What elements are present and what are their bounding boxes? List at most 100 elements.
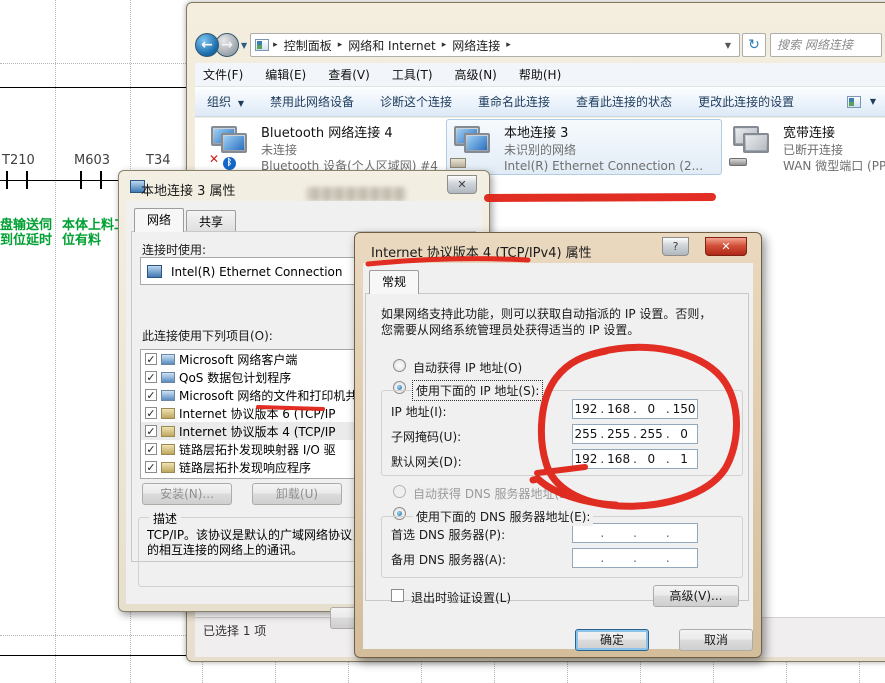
diagnose-connection-button[interactable]: 诊断这个连接 (380, 93, 452, 110)
tab-general[interactable]: 常规 (369, 270, 419, 294)
subnet-mask-input[interactable]: 255. 255. 255. 0 (572, 424, 698, 444)
adapter-icon (147, 265, 162, 278)
install-button[interactable]: 安装(N)... (142, 483, 232, 505)
search-input[interactable] (771, 34, 881, 56)
radio-auto-ip[interactable] (393, 359, 406, 372)
protocol-icon (161, 408, 175, 419)
protocol-icon (161, 426, 175, 437)
close-button[interactable]: ✕ (447, 175, 477, 194)
tab-sharing[interactable]: 共享 (186, 210, 236, 232)
ok-button[interactable]: 确定 (575, 629, 649, 651)
folder-icon (255, 39, 269, 51)
service-icon (161, 390, 175, 401)
items-label: 此连接使用下列项目(O): (142, 327, 273, 344)
connection-device: Intel(R) Ethernet Connection (2... (504, 158, 703, 174)
view-status-button[interactable]: 查看此连接的状态 (576, 93, 672, 110)
disable-device-button[interactable]: 禁用此网络设备 (270, 93, 354, 110)
help-icon: ? (673, 240, 679, 253)
menu-file[interactable]: 文件(F) (203, 66, 243, 83)
contact-label: T34 (146, 153, 170, 168)
checkbox-checked[interactable]: ✓ (145, 389, 157, 401)
organize-button[interactable]: 组织 ▼ (207, 93, 244, 110)
client-icon (161, 354, 175, 365)
crumb-separator-icon: ▸ (504, 40, 513, 50)
rj45-connector-icon (450, 158, 466, 168)
ethernet-adapter-icon (452, 124, 494, 168)
tab-network[interactable]: 网络 (134, 208, 184, 232)
crumb-separator-icon: ▸ (336, 40, 345, 50)
menu-advanced[interactable]: 高级(N) (455, 66, 497, 83)
search-box[interactable] (770, 33, 882, 57)
adapter-name: Intel(R) Ethernet Connection (171, 265, 343, 279)
connection-status: 未连接 (261, 142, 438, 158)
ipv4-properties-dialog: Internet 协议版本 4 (TCP/IPv4) 属性 ? ✕ 常规 如果网… (354, 232, 762, 658)
connection-status: 已断开连接 (783, 142, 885, 158)
checkbox-checked[interactable]: ✓ (145, 371, 157, 383)
radio-use-ip-label[interactable]: 使用下面的 IP 地址(S): (413, 381, 542, 400)
radio-auto-dns (393, 485, 406, 498)
alternate-dns-label: 备用 DNS 服务器(A): (391, 551, 506, 568)
connection-broadband[interactable]: 宽带连接 已断开连接 WAN 微型端口 (PPP (731, 124, 885, 174)
connection-name: 宽带连接 (783, 126, 885, 142)
command-bar: 组织 ▼ 禁用此网络设备 诊断这个连接 重命名此连接 查看此连接的状态 更改此连… (195, 87, 885, 117)
uninstall-button[interactable]: 卸载(U) (252, 483, 342, 505)
validate-settings-label[interactable]: 退出时验证设置(L) (411, 589, 511, 606)
intro-text: 您需要从网络系统管理员处获得适当的 IP 设置。 (381, 321, 639, 338)
breadcrumb-network-and-internet[interactable]: 网络和 Internet (344, 37, 439, 54)
refresh-icon: ↻ (748, 37, 760, 53)
menu-edit[interactable]: 编辑(E) (265, 66, 306, 83)
change-settings-button[interactable]: 更改此连接的设置 (698, 93, 794, 110)
grid-line (0, 63, 186, 64)
alternate-dns-input[interactable]: . . . (572, 548, 698, 568)
checkbox-checked[interactable]: ✓ (145, 407, 157, 419)
view-options-dropdown-icon[interactable]: ▼ (870, 97, 876, 106)
checkbox-checked[interactable]: ✓ (145, 353, 157, 365)
advanced-button[interactable]: 高级(V)... (653, 585, 739, 607)
view-options-icon[interactable] (847, 96, 861, 108)
bluetooth-icon: ᛒ (223, 157, 236, 170)
recent-pages-dropdown-icon[interactable]: ▼ (241, 41, 247, 50)
preferred-dns-label: 首选 DNS 服务器(P): (391, 526, 505, 543)
close-icon: ✕ (457, 178, 466, 191)
validate-settings-checkbox[interactable] (391, 589, 404, 602)
breadcrumb-network-connections[interactable]: 网络连接 (448, 37, 504, 54)
contact-symbol (100, 171, 102, 189)
checkbox-checked[interactable]: ✓ (145, 461, 157, 473)
protocol-icon (161, 462, 175, 473)
menu-help[interactable]: 帮助(H) (519, 66, 561, 83)
help-button[interactable]: ? (662, 237, 689, 256)
grid-line (0, 635, 186, 636)
cancel-button[interactable]: 取消 (679, 629, 753, 651)
ladder-rung (0, 87, 186, 88)
connection-name: Bluetooth 网络连接 4 (261, 126, 438, 142)
address-dropdown-icon[interactable]: ▼ (721, 41, 735, 50)
ladder-rung (0, 655, 186, 656)
gateway-input[interactable]: 192. 168. 0. 1 (572, 449, 698, 469)
broadband-adapter-icon (731, 124, 773, 168)
connection-name: 本地连接 3 (504, 126, 703, 142)
checkbox-checked[interactable]: ✓ (145, 425, 157, 437)
back-button[interactable]: ← (195, 33, 219, 57)
selection-count: 已选择 1 项 (203, 624, 266, 638)
contact-label: M603 (74, 153, 110, 168)
contact-symbol (80, 171, 82, 189)
radio-use-dns-label[interactable]: 使用下面的 DNS 服务器地址(E): (413, 507, 593, 526)
connection-local-area-3[interactable]: 本地连接 3 未识别的网络 Intel(R) Ethernet Connecti… (452, 124, 703, 174)
radio-auto-ip-label[interactable]: 自动获得 IP 地址(O) (413, 359, 522, 376)
close-button[interactable]: ✕ (705, 237, 747, 256)
address-bar[interactable]: ▸ 控制面板 ▸ 网络和 Internet ▸ 网络连接 ▸ ▼ (250, 33, 740, 57)
refresh-button[interactable]: ↻ (742, 33, 766, 57)
ip-address-input[interactable]: 192. 168. 0. 150 (572, 399, 698, 419)
menu-tools[interactable]: 工具(T) (392, 66, 433, 83)
back-arrow-icon: ← (201, 37, 213, 53)
modem-icon (729, 158, 747, 166)
checkbox-checked[interactable]: ✓ (145, 443, 157, 455)
plc-comment: 盘输送伺到位延时 (0, 218, 52, 248)
connection-bluetooth[interactable]: ✕ ᛒ Bluetooth 网络连接 4 未连接 Bluetooth 设备(个人… (209, 124, 438, 174)
menu-view[interactable]: 查看(V) (328, 66, 370, 83)
bluetooth-adapter-icon: ✕ ᛒ (209, 124, 251, 168)
subnet-mask-label: 子网掩码(U): (391, 428, 461, 445)
breadcrumb-control-panel[interactable]: 控制面板 (280, 37, 336, 54)
rename-connection-button[interactable]: 重命名此连接 (478, 93, 550, 110)
preferred-dns-input[interactable]: . . . (572, 523, 698, 543)
